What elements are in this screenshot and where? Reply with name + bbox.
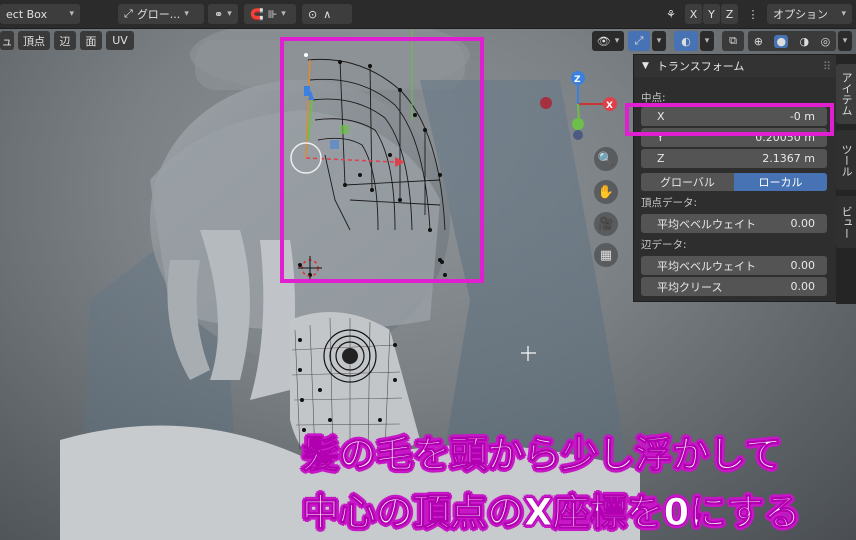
grid-icon[interactable]: ▦ bbox=[594, 243, 618, 267]
edge-crease-field[interactable]: 平均クリース 0.00 bbox=[641, 277, 827, 296]
solid-shading-icon[interactable]: ● bbox=[774, 34, 789, 48]
select-box-dropdown[interactable]: ect Box ▾ bbox=[0, 4, 80, 24]
edge-bevel-weight-field[interactable]: 平均ベベルウェイト 0.00 bbox=[641, 256, 827, 275]
snap-button[interactable]: 🧲 ⊪ ▾ bbox=[244, 4, 296, 24]
local-label: ローカル bbox=[758, 176, 803, 189]
vertex-data-label: 頂点データ: bbox=[641, 197, 698, 209]
overlays-dropdown[interactable]: ▾ bbox=[700, 31, 714, 51]
falloff-icon: ∧ bbox=[323, 7, 332, 21]
mode-button-edge[interactable]: 辺 bbox=[54, 31, 76, 50]
orientation-label: グロー... bbox=[136, 8, 181, 21]
z-label: Z bbox=[657, 152, 665, 165]
vertex-bevel-label: 平均ベベルウェイト bbox=[657, 217, 756, 231]
camera-icon[interactable]: 🎥 bbox=[594, 212, 618, 236]
rendered-shading-icon[interactable]: ◎ bbox=[821, 35, 831, 48]
overlays-toggle[interactable]: ◐ bbox=[674, 31, 698, 51]
chevron-down-icon: ▾ bbox=[842, 36, 848, 46]
global-toggle[interactable]: グローバル bbox=[641, 173, 734, 191]
zoom-icon[interactable]: 🔍 bbox=[594, 147, 618, 171]
chevron-down-icon: ▾ bbox=[656, 36, 662, 46]
mirror-y-toggle[interactable]: Y bbox=[703, 4, 720, 24]
tab-view[interactable]: ビュー bbox=[836, 196, 856, 248]
chevron-down-icon: ▾ bbox=[704, 36, 710, 46]
sidebar-tabs: アイテム ツール ビュー bbox=[836, 54, 856, 304]
caption-line-1: 髪の毛を頭から少し浮かして bbox=[302, 433, 783, 477]
chevron-down-icon: ▾ bbox=[227, 9, 232, 19]
options-dropdown[interactable]: オプション ▾ bbox=[767, 4, 852, 24]
edge-bevel-value: 0.00 bbox=[790, 259, 816, 272]
tab-item[interactable]: アイテム bbox=[836, 64, 856, 124]
wireframe-shading-icon[interactable]: ⊕ bbox=[754, 35, 763, 48]
snap-icon: 🧲 bbox=[250, 7, 264, 21]
transform-title: トランスフォーム bbox=[656, 60, 745, 73]
chevron-down-icon: ▾ bbox=[841, 9, 846, 19]
mode-button-uv[interactable]: UV bbox=[106, 31, 134, 50]
chevron-down-icon: ▾ bbox=[69, 9, 74, 19]
highlight-box-hair bbox=[280, 37, 484, 283]
orientation-icon: ⤢ bbox=[124, 7, 133, 20]
gizmo-toggle[interactable]: ⤢ bbox=[628, 31, 650, 51]
highlight-box-x-field bbox=[625, 103, 834, 136]
mode-button-face[interactable]: 面 bbox=[80, 31, 102, 50]
transform-orientation-dropdown[interactable]: ⤢ グロー... ▾ bbox=[118, 4, 204, 24]
mirror-icon[interactable]: ⚘ bbox=[660, 4, 684, 24]
view-object-types-button[interactable]: 👁 ▾ bbox=[592, 31, 624, 51]
gizmo-dropdown[interactable]: ▾ bbox=[652, 31, 666, 51]
pivot-icon: ⚭ bbox=[214, 7, 224, 21]
pivot-point-button[interactable]: ⚭ ▾ bbox=[208, 4, 238, 24]
snap-target-icon: ⊪ bbox=[267, 7, 278, 21]
select-mode-label: ect Box bbox=[6, 7, 48, 21]
edge-data-label: 辺データ: bbox=[641, 239, 687, 251]
drag-handle-icon[interactable]: ⠿ bbox=[823, 60, 831, 73]
collapse-arrow-icon: ▼ bbox=[642, 61, 649, 71]
shading-buttons[interactable]: ⊕ ● ◑ ◎ bbox=[748, 31, 836, 51]
chevron-down-icon: ▾ bbox=[281, 9, 286, 19]
material-shading-icon[interactable]: ◑ bbox=[800, 35, 810, 48]
gizmo-icon: ⤢ bbox=[634, 34, 644, 47]
viewport-header: ect Box ▾ ⤢ グロー... ▾ ⚭ ▾ 🧲 ⊪ ▾ ⊙ ∧ ⚘ X Y Z ⋮ … bbox=[0, 0, 856, 29]
wrench-icon[interactable]: ⋮ bbox=[745, 4, 761, 24]
vertex-bevel-value: 0.00 bbox=[790, 217, 816, 230]
median-z-field[interactable]: Z 2.1367 m bbox=[641, 149, 827, 168]
mirror-x-toggle[interactable]: X bbox=[685, 4, 702, 24]
options-label: オプション bbox=[773, 8, 828, 21]
vertex-bevel-weight-field[interactable]: 平均ベベルウェイト 0.00 bbox=[641, 214, 827, 233]
chevron-down-icon: ▾ bbox=[184, 9, 189, 19]
hand-pan-icon[interactable]: ✋ bbox=[594, 180, 618, 204]
mirror-z-toggle[interactable]: Z bbox=[721, 4, 738, 24]
caption-line-2: 中心の頂点のX座標を0にする bbox=[302, 491, 802, 535]
chevron-down-icon: ▾ bbox=[614, 36, 620, 46]
z-value: 2.1367 m bbox=[762, 152, 815, 165]
tab-tool[interactable]: ツール bbox=[836, 130, 856, 190]
mode-button-cut[interactable]: ュ bbox=[0, 31, 14, 50]
edge-bevel-label: 平均ベベルウェイト bbox=[657, 259, 756, 273]
sidebar-n-panel: ▼ トランスフォーム ⠿ 中点: X -0 m Y 0.20050 m Z 2.… bbox=[633, 54, 838, 302]
mode-button-vertex[interactable]: 頂点 bbox=[18, 31, 50, 50]
eye-icon: 👁 bbox=[596, 34, 611, 48]
edge-crease-label: 平均クリース bbox=[657, 280, 723, 294]
local-toggle[interactable]: ローカル bbox=[734, 173, 827, 191]
overlays-icon: ◐ bbox=[681, 34, 691, 48]
global-label: グローバル bbox=[660, 176, 715, 189]
svg-text:X: X bbox=[606, 101, 613, 111]
shading-dropdown[interactable]: ▾ bbox=[838, 31, 852, 51]
proportional-icon: ⊙ bbox=[308, 7, 318, 21]
xray-icon: ⧉ bbox=[729, 34, 737, 47]
transform-panel-header[interactable]: ▼ トランスフォーム ⠿ bbox=[634, 55, 837, 77]
edge-crease-value: 0.00 bbox=[790, 280, 816, 293]
proportional-edit-button[interactable]: ⊙ ∧ bbox=[302, 4, 352, 24]
xray-toggle[interactable]: ⧉ bbox=[722, 31, 744, 51]
